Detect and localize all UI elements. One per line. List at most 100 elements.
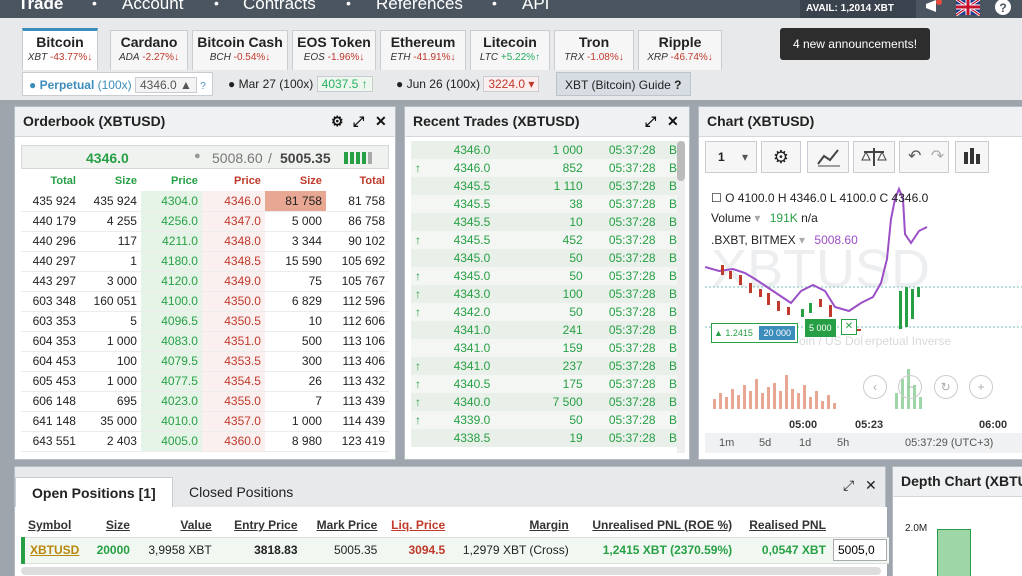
nav-separator: • xyxy=(214,0,219,11)
undo-redo[interactable]: ↶ ↷ xyxy=(899,141,949,173)
volume-value: 191K xyxy=(769,211,798,225)
zoom-in-icon[interactable]: + xyxy=(969,375,994,399)
tab-ethereum[interactable]: Ethereum ETH -41.91%↓ xyxy=(380,30,466,70)
ask-total: 112 606 xyxy=(325,311,389,332)
tab-bitcoin-cash[interactable]: Bitcoin Cash BCH -0.54%↓ xyxy=(192,30,288,70)
scroll-left-icon[interactable]: ‹ xyxy=(863,375,887,399)
orderbook-row[interactable]: 443 297 3 000 4120.0 4349.0 75 105 767 xyxy=(21,271,389,292)
orderbook-row[interactable]: 603 353 5 4096.5 4350.5 10 112 606 xyxy=(21,311,389,332)
orderbook-row[interactable]: 606 148 695 4023.0 4355.0 7 113 439 xyxy=(21,391,389,412)
header-size[interactable]: Size xyxy=(85,513,135,537)
orderbook-row[interactable]: 604 453 100 4079.5 4353.5 300 113 406 xyxy=(21,351,389,372)
perpetual-leverage: (100x) xyxy=(97,78,132,92)
zoom-out-icon[interactable]: − xyxy=(898,375,923,399)
nav-account[interactable]: Account xyxy=(122,0,183,14)
orderbook-row[interactable]: 641 148 35 000 4010.0 4357.0 1 000 114 439 xyxy=(21,411,389,432)
orderbook-row[interactable]: 605 453 1 000 4077.5 4354.5 26 113 432 xyxy=(21,371,389,392)
range-1m[interactable]: 1m xyxy=(719,437,734,449)
orderbook-row[interactable]: 435 924 435 924 4304.0 4346.0 81 758 81 758 xyxy=(21,191,389,212)
subtab-mar27[interactable]: ● Mar 27 (100x) 4037.5 ↑ xyxy=(228,72,373,96)
header-margin[interactable]: Margin xyxy=(450,513,574,537)
gear-icon[interactable]: ⚙ xyxy=(331,113,344,130)
orderbook-summary: 4346.0 ● 5008.60 / 5005.35 xyxy=(21,145,389,169)
close-icon[interactable]: ✕ xyxy=(375,113,387,130)
range-5h[interactable]: 5h xyxy=(837,437,849,449)
interval-select[interactable]: 1 ▾ xyxy=(705,141,757,173)
header-size: Size xyxy=(114,175,137,187)
positions-scrollbar[interactable] xyxy=(21,567,881,575)
tab-ripple[interactable]: Ripple XRP -46.74%↓ xyxy=(638,30,722,70)
trade-row: 4341.0 159 05:37:28 B xyxy=(411,339,681,357)
header-unrealised-pnl[interactable]: Unrealised PNL (ROE %) xyxy=(574,513,737,537)
tab-eos-token[interactable]: EOS Token EOS -1.96%↓ xyxy=(292,30,376,70)
tab-open-positions[interactable]: Open Positions [1] xyxy=(15,477,173,507)
announcement-tooltip[interactable]: 4 new announcements! xyxy=(780,28,930,60)
header-mark-price[interactable]: Mark Price xyxy=(303,513,383,537)
subtab-perpetual[interactable]: ● Perpetual (100x) 4346.0 ▲ ? xyxy=(22,72,213,96)
depth-bars-icon[interactable] xyxy=(344,152,384,164)
tab-closed-positions[interactable]: Closed Positions xyxy=(173,477,309,507)
position-symbol[interactable]: XBTUSD xyxy=(21,536,85,564)
tab-litecoin[interactable]: Litecoin LTC +5.22%↑ xyxy=(470,30,550,70)
collapse-legend-icon[interactable]: ☐ xyxy=(711,191,722,205)
uk-flag-icon[interactable] xyxy=(956,0,980,16)
ask-price: 4353.5 xyxy=(201,351,265,372)
header-value[interactable]: Value xyxy=(135,513,217,537)
expand-icon[interactable]: ⤢ xyxy=(843,477,854,494)
expand-icon[interactable]: ⤢ xyxy=(645,113,656,130)
redo-icon[interactable]: ↷ xyxy=(931,148,944,165)
trade-size: 38 xyxy=(509,195,587,213)
tab-bitcoin[interactable]: Bitcoin XBT -43.77%↓ xyxy=(22,28,98,70)
nav-contracts[interactable]: Contracts xyxy=(243,0,316,14)
order-tag[interactable]: 5 000 xyxy=(805,319,836,337)
reset-icon[interactable]: ↻ xyxy=(933,375,958,399)
nav-references[interactable]: References xyxy=(376,0,463,14)
subtab-jun26[interactable]: ● Jun 26 (100x) 3224.0 ▾ xyxy=(396,72,540,96)
gear-icon: ⚙ xyxy=(772,147,790,167)
indicators-button[interactable] xyxy=(807,141,849,173)
position-margin[interactable]: 1,2979 XBT (Cross) xyxy=(450,536,574,564)
header-liq-price[interactable]: Liq. Price xyxy=(382,513,450,537)
close-price-input[interactable] xyxy=(833,539,887,561)
price-chart[interactable]: XBTUSD oin / US Dol erpetual Inverse ☐ O… xyxy=(705,179,1022,415)
bid-size: 1 000 xyxy=(79,371,141,392)
position-tag[interactable]: ▲ 1.2415 20 000 xyxy=(711,323,798,343)
range-1d[interactable]: 1d xyxy=(799,437,811,449)
header-realised-pnl[interactable]: Realised PNL xyxy=(737,513,831,537)
avail-balance[interactable]: AVAIL: 1,2014 XBT xyxy=(800,0,916,18)
close-icon[interactable]: ✕ xyxy=(667,113,679,130)
header-entry-price[interactable]: Entry Price xyxy=(217,513,303,537)
chart-settings-button[interactable]: ⚙ xyxy=(761,141,801,173)
orderbook-row[interactable]: 440 179 4 255 4256.0 4347.0 5 000 86 758 xyxy=(21,211,389,232)
cancel-order-icon[interactable]: ✕ xyxy=(841,319,857,335)
nav-api[interactable]: API xyxy=(522,0,549,14)
tab-cardano[interactable]: Cardano ADA -2.27%↓ xyxy=(110,30,188,70)
ohlc-legend: ☐ O 4100.0 H 4346.0 L 4100.0 C 4346.0 xyxy=(711,191,929,205)
trade-size: 159 xyxy=(509,339,587,357)
info-icon[interactable]: ? xyxy=(200,81,206,92)
chart-type-button[interactable] xyxy=(955,141,989,173)
range-5d[interactable]: 5d xyxy=(759,437,771,449)
help-icon[interactable]: ? xyxy=(992,0,1014,16)
mar-label: Mar 27 (100x) xyxy=(238,77,314,91)
tab-tron[interactable]: Tron TRX -1.08%↓ xyxy=(554,30,634,70)
nav-trade[interactable]: Trade xyxy=(18,0,63,14)
bid-price: 4211.0 xyxy=(140,231,202,252)
expand-icon[interactable]: ⤢ xyxy=(353,113,364,130)
orderbook-row[interactable]: 440 297 1 4180.0 4348.5 15 590 105 692 xyxy=(21,251,389,272)
orderbook-row[interactable]: 604 353 1 000 4083.0 4351.0 500 113 106 xyxy=(21,331,389,352)
mar-price: 4037.5 ↑ xyxy=(316,76,373,92)
recent-trades-panel: Recent Trades (XBTUSD) ⤢ ✕ 4346.0 1 000 05… xyxy=(404,106,690,460)
orderbook-row[interactable]: 603 348 160 051 4100.0 4350.0 6 829 112 596 xyxy=(21,291,389,312)
megaphone-icon[interactable] xyxy=(922,0,944,16)
orderbook-row[interactable]: 440 296 117 4211.0 4348.0 3 344 90 102 xyxy=(21,231,389,252)
trade-time: 05:37:28 xyxy=(586,429,660,447)
ask-size: 3 344 xyxy=(264,231,326,252)
guide-button[interactable]: XBT (Bitcoin) Guide ? xyxy=(556,72,691,96)
undo-icon[interactable]: ↶ xyxy=(908,148,921,165)
header-symbol[interactable]: Symbol xyxy=(23,513,85,537)
trades-scrollbar[interactable] xyxy=(677,141,685,453)
close-icon[interactable]: ✕ xyxy=(865,477,877,494)
orderbook-row[interactable]: 643 551 2 403 4005.0 4360.0 8 980 123 419 xyxy=(21,431,389,452)
compare-button[interactable] xyxy=(853,141,895,173)
